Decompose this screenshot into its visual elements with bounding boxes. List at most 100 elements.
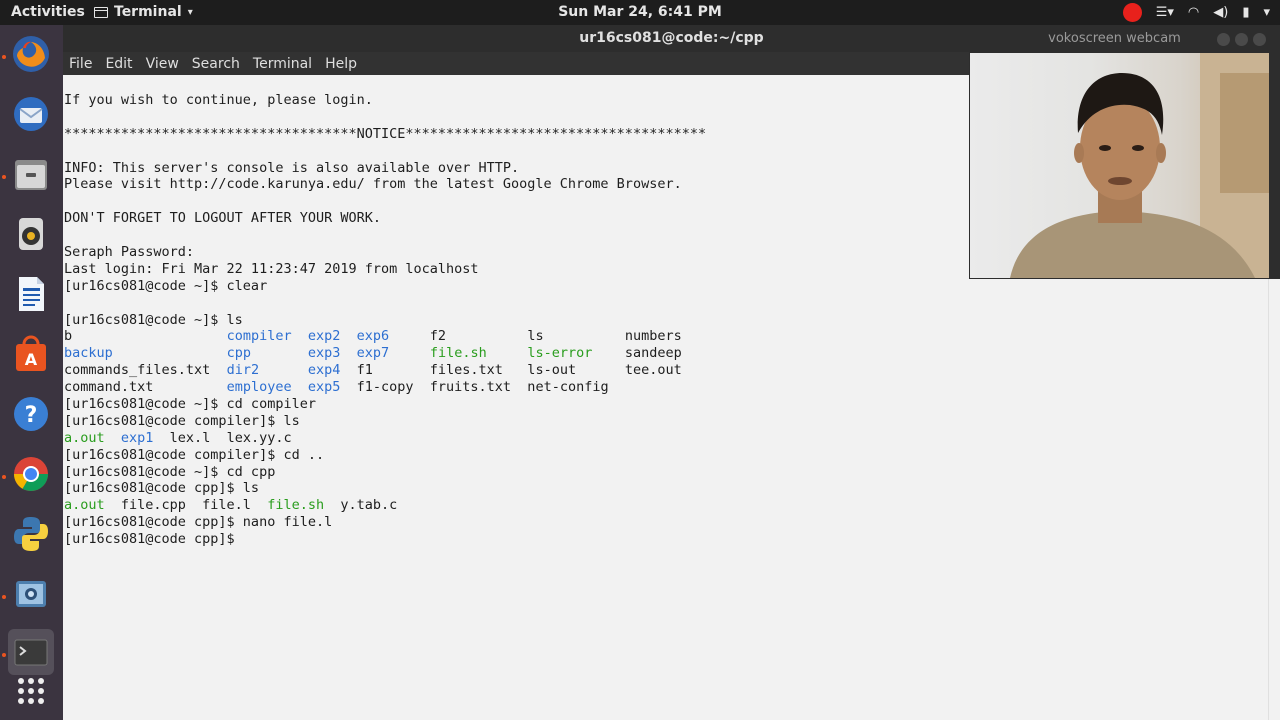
directory-name: exp6 [356, 328, 390, 345]
terminal-text: f1 files.txt ls-out tee.out [340, 362, 682, 379]
terminal-text: Last login: Fri Mar 22 11:23:47 2019 fro… [64, 260, 479, 277]
menu-view[interactable]: View [146, 56, 179, 72]
maximize-button[interactable] [1235, 33, 1248, 46]
screenshot-tool-icon[interactable] [8, 571, 54, 617]
webcam-window-controls [1217, 33, 1266, 46]
directory-name: exp4 [307, 362, 341, 379]
webcam-window: vokoscreen webcam [969, 25, 1280, 279]
record-indicator-icon[interactable] [1122, 3, 1142, 22]
executable-name: a.out [64, 429, 105, 446]
directory-name: exp5 [307, 379, 341, 396]
help-icon[interactable]: ? [8, 391, 54, 437]
terminal-line: [ur16cs081@code ~]$ cd cpp [64, 464, 1268, 481]
terminal-line: a.out file.cpp file.l file.sh y.tab.c [64, 497, 1268, 514]
directory-name: exp3 [307, 345, 341, 362]
terminal-text: Seraph Password: [64, 244, 195, 261]
terminal-line: [ur16cs081@code ~]$ ls [64, 312, 1268, 329]
terminal-line: b compiler exp2 exp6 f2 ls numbers [64, 328, 1268, 345]
terminal-line: command.txt employee exp5 f1-copy fruits… [64, 379, 1268, 396]
terminal-text: [ur16cs081@code compiler]$ cd .. [64, 446, 325, 463]
terminal-text: ************************************NOTI… [64, 125, 707, 142]
terminal-line: [ur16cs081@code ~]$ clear [64, 278, 1268, 295]
terminal-text: command.txt [64, 379, 227, 396]
terminal-text: [ur16cs081@code ~]$ cd compiler [64, 396, 316, 413]
minimize-button[interactable] [1217, 33, 1230, 46]
terminal-text: [ur16cs081@code cpp]$ nano file.l [64, 514, 333, 531]
terminal-text: sandeep [592, 345, 682, 362]
writer-icon[interactable] [8, 271, 54, 317]
top-panel: Activities Terminal ▾ Sun Mar 24, 6:41 P… [0, 0, 1280, 25]
terminal-text: INFO: This server's console is also avai… [64, 159, 520, 176]
directory-name: compiler [226, 328, 292, 345]
terminal-text: [ur16cs081@code ~]$ ls [64, 311, 243, 328]
show-applications-icon[interactable] [8, 668, 54, 714]
terminal-text: Please visit http://code.karunya.edu/ fr… [64, 176, 682, 193]
directory-name: cpp [226, 345, 251, 362]
terminal-text: [ur16cs081@code compiler]$ ls [64, 412, 300, 429]
system-tray[interactable]: ☰▾ ◠ ◀) ▮ ▾ [1122, 2, 1270, 23]
menu-help[interactable]: Help [325, 56, 357, 72]
terminal-line: [ur16cs081@code compiler]$ ls [64, 413, 1268, 430]
terminal-text: If you wish to continue, please login. [64, 92, 373, 108]
executable-name: ls-error [527, 345, 593, 362]
directory-name: employee [226, 379, 292, 396]
terminal-line: a.out exp1 lex.l lex.yy.c [64, 430, 1268, 447]
rhythmbox-icon[interactable] [8, 211, 54, 257]
terminal-text: [ur16cs081@code ~]$ clear [64, 277, 268, 294]
directory-name: dir2 [226, 362, 260, 379]
terminal-text: f1-copy fruits.txt net-config [340, 379, 609, 396]
menu-search[interactable]: Search [192, 56, 240, 72]
terminal-text: [ur16cs081@code ~]$ cd cpp [64, 463, 276, 480]
terminal-line: backup cpp exp3 exp7 file.sh ls-error sa… [64, 345, 1268, 362]
menu-file[interactable]: File [69, 56, 92, 72]
wifi-icon[interactable]: ◠ [1188, 5, 1199, 20]
terminal-text: [ur16cs081@code cpp]$ ls [64, 480, 260, 497]
terminal-text: [ur16cs081@code cpp]$ [64, 531, 243, 548]
dock: A ? [0, 25, 63, 720]
terminal-line: commands_files.txt dir2 exp4 f1 files.tx… [64, 362, 1268, 379]
terminal-line: [ur16cs081@code cpp]$ nano file.l [64, 514, 1268, 531]
directory-name: exp2 [307, 328, 341, 345]
executable-name: file.sh [429, 345, 487, 362]
directory-name: exp1 [120, 429, 154, 446]
close-button[interactable] [1253, 33, 1266, 46]
terminal-line: [ur16cs081@code ~]$ cd compiler [64, 396, 1268, 413]
terminal-text: y.tab.c [324, 497, 398, 514]
terminal-text: commands_files.txt [64, 362, 227, 379]
webcam-person-image [1010, 53, 1269, 278]
svg-text:A: A [25, 350, 38, 369]
terminal-line: [ur16cs081@code cpp]$ [64, 531, 1268, 548]
menu-list-icon[interactable]: ☰▾ [1156, 5, 1174, 20]
battery-icon[interactable]: ▮ [1242, 5, 1249, 20]
terminal-line: [ur16cs081@code compiler]$ cd .. [64, 447, 1268, 464]
power-menu-icon[interactable]: ▾ [1263, 5, 1270, 20]
terminal-text: b [64, 328, 227, 345]
firefox-icon[interactable] [8, 31, 54, 77]
directory-name: exp7 [356, 345, 390, 362]
terminal-line: [ur16cs081@code cpp]$ ls [64, 480, 1268, 497]
software-center-icon[interactable]: A [8, 331, 54, 377]
directory-name: backup [64, 345, 113, 362]
menu-terminal[interactable]: Terminal [253, 56, 312, 72]
terminal-text: f2 ls numbers [389, 328, 682, 345]
files-icon[interactable] [8, 151, 54, 197]
thunderbird-icon[interactable] [8, 91, 54, 137]
python-icon[interactable] [8, 511, 54, 557]
chrome-icon[interactable] [8, 451, 54, 497]
terminal-text: lex.l lex.yy.c [153, 429, 292, 446]
menu-edit[interactable]: Edit [105, 56, 132, 72]
volume-icon[interactable]: ◀) [1213, 5, 1228, 20]
clock[interactable]: Sun Mar 24, 6:41 PM [0, 4, 1280, 20]
terminal-text: DON'T FORGET TO LOGOUT AFTER YOUR WORK. [64, 210, 381, 227]
